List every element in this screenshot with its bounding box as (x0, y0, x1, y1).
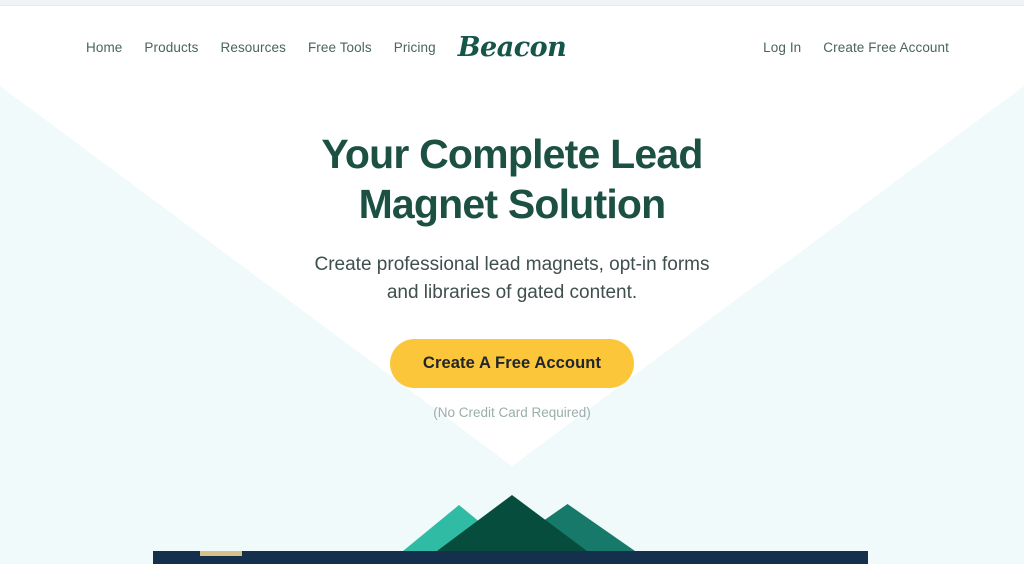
hero-heading: Your Complete Lead Magnet Solution (0, 134, 1024, 225)
hero-content: Your Complete Lead Magnet Solution Creat… (0, 86, 1024, 421)
page-root: Home Products Resources Free Tools Prici… (0, 0, 1024, 564)
hero-heading-line-1: Your Complete Lead (321, 131, 703, 177)
nav-link-log-in[interactable]: Log In (763, 40, 801, 55)
hero-subheading-line-2: and libraries of gated content. (386, 281, 638, 303)
secondary-navigation: Log In Create Free Account (763, 40, 949, 55)
hero-cta-wrapper: Create A Free Account (0, 339, 1024, 389)
ground-accent-marker (200, 551, 242, 556)
hero-subheading: Create professional lead magnets, opt-in… (0, 251, 1024, 306)
hero-section: Your Complete Lead Magnet Solution Creat… (0, 86, 1024, 564)
site-header: Home Products Resources Free Tools Prici… (0, 6, 1024, 86)
hero-subheading-line-1: Create professional lead magnets, opt-in… (314, 254, 710, 275)
nav-link-create-free-account[interactable]: Create Free Account (823, 40, 949, 55)
ground-bar (153, 551, 868, 564)
cta-disclaimer-note: (No Credit Card Required) (433, 405, 591, 421)
mountain-illustration (0, 484, 1024, 564)
create-free-account-button[interactable]: Create A Free Account (389, 339, 635, 389)
hero-heading-line-2: Magnet Solution (358, 181, 667, 227)
